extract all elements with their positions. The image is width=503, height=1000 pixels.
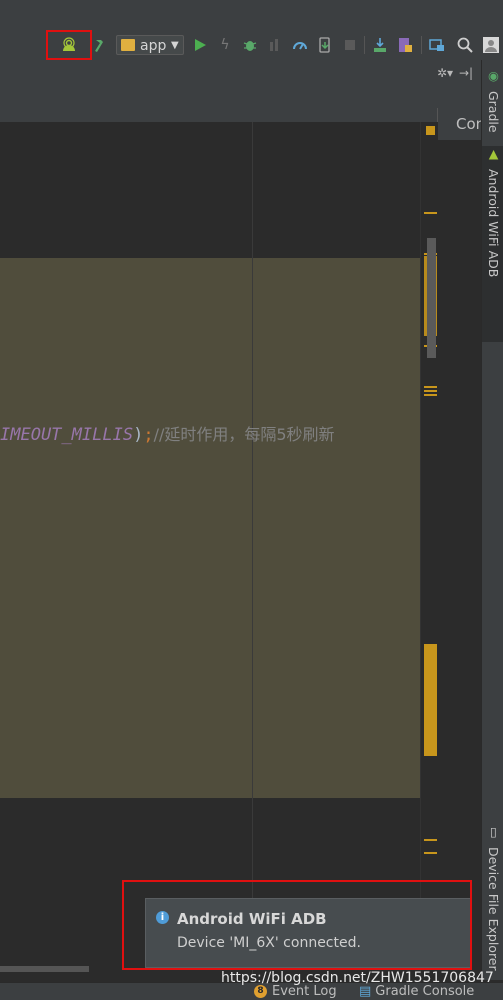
wifi-adb-android-icon[interactable] xyxy=(60,36,78,54)
stripe-marker[interactable] xyxy=(424,644,437,756)
code-line[interactable]: IMEOUT_MILLIS);//延时作用，每隔5秒刷新 xyxy=(0,423,335,447)
hide-panel-icon[interactable]: →| xyxy=(459,66,473,80)
sidebar-tab-gradle-label: Gradle xyxy=(486,90,501,133)
android-wifi-icon: ▲ xyxy=(486,146,501,161)
stripe-marker[interactable] xyxy=(424,394,437,396)
code-paren: ) xyxy=(133,425,144,445)
stripe-marker[interactable] xyxy=(424,839,437,841)
avatar-icon[interactable] xyxy=(482,36,500,54)
sidebar-tab-android-wifi-adb-label: Android WiFi ADB xyxy=(486,168,501,278)
code-comment: //延时作用，每隔5秒刷新 xyxy=(153,425,335,444)
gear-icon[interactable]: ✲▾ xyxy=(437,66,453,80)
tab-console[interactable]: Con xyxy=(437,108,485,140)
editor-tab-bar xyxy=(0,60,437,89)
device-icon: ▯ xyxy=(486,824,501,839)
console-icon: ▤ xyxy=(359,984,372,999)
editor-breadcrumb-bar xyxy=(0,88,437,123)
sdk-download-icon[interactable] xyxy=(371,36,389,54)
run-config-label: app xyxy=(140,38,167,54)
gradle-console-label: Gradle Console xyxy=(375,984,475,999)
build-hammer-icon[interactable] xyxy=(93,36,111,54)
right-tool-sidebar: ◉ Gradle ▲ Android WiFi ADB ▯ Device Fil… xyxy=(481,60,503,980)
side-panel-header: ✲▾ →| xyxy=(437,60,481,108)
horizontal-scrollbar[interactable] xyxy=(0,966,89,972)
apply-changes-icon[interactable]: ϟ xyxy=(216,36,234,54)
search-icon[interactable] xyxy=(456,36,474,54)
stripe-marker[interactable] xyxy=(424,852,437,854)
run-config-select[interactable]: app ▼ xyxy=(116,35,184,55)
stripe-marker[interactable] xyxy=(424,212,437,214)
inspection-status-marker[interactable] xyxy=(426,126,435,135)
toolbar-separator xyxy=(364,36,365,54)
stripe-marker[interactable] xyxy=(424,390,437,392)
code-semicolon: ; xyxy=(143,425,154,445)
right-margin-guide xyxy=(252,122,253,982)
profiler-icon[interactable] xyxy=(291,36,309,54)
stripe-marker[interactable] xyxy=(424,386,437,388)
avd-manager-icon[interactable] xyxy=(396,36,414,54)
project-structure-icon[interactable] xyxy=(428,36,446,54)
highlight-box-notification xyxy=(122,880,472,970)
sidebar-tab-android-wifi-adb[interactable]: ▲ Android WiFi ADB xyxy=(482,146,503,342)
event-log-label: Event Log xyxy=(272,984,337,999)
highlighted-code-block xyxy=(0,258,437,798)
vertical-scrollbar[interactable] xyxy=(427,238,436,358)
main-toolbar: app ▼ ϟ xyxy=(0,30,503,61)
sidebar-tab-device-file-explorer[interactable]: ▯ Device File Explorer xyxy=(482,824,503,974)
debug-icon[interactable] xyxy=(241,36,259,54)
attach-debugger-icon[interactable] xyxy=(266,36,284,54)
sidebar-tab-gradle[interactable]: ◉ Gradle xyxy=(482,68,503,138)
chevron-down-icon: ▼ xyxy=(171,40,179,51)
folder-icon xyxy=(121,39,135,51)
gradle-icon: ◉ xyxy=(486,68,501,83)
title-strip xyxy=(0,0,503,31)
code-constant: IMEOUT_MILLIS xyxy=(0,425,134,445)
event-log-badge: 8 xyxy=(254,985,267,998)
sidebar-tab-device-file-explorer-label: Device File Explorer xyxy=(486,846,501,971)
stop-icon[interactable] xyxy=(341,36,359,54)
device-manager-icon[interactable] xyxy=(316,36,334,54)
watermark-url: https://blog.csdn.net/ZHW1551706847 xyxy=(221,970,494,986)
run-icon[interactable] xyxy=(191,36,209,54)
toolbar-separator xyxy=(421,36,422,54)
